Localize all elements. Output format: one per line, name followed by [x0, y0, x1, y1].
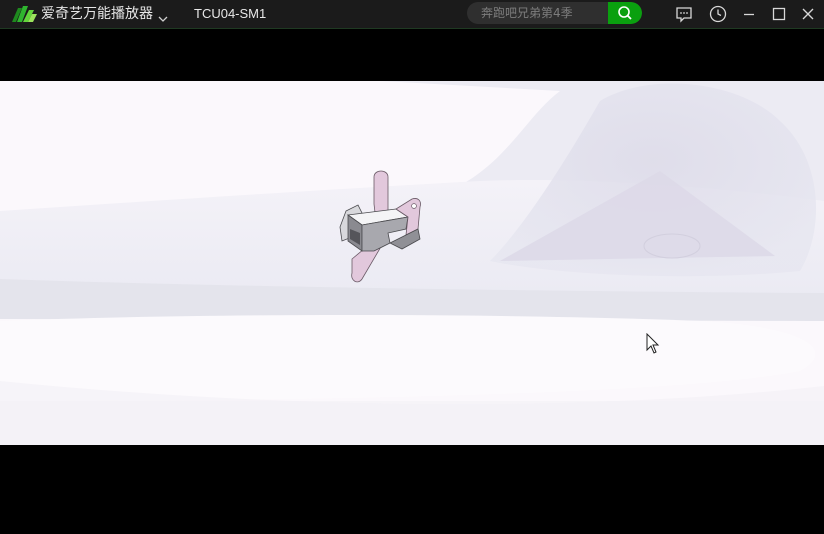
minimize-icon[interactable] [739, 4, 759, 24]
app-name[interactable]: 爱奇艺万能播放器 [41, 6, 153, 22]
3d-part-model [336, 169, 426, 289]
search-icon [618, 6, 632, 20]
title-bar: 爱奇艺万能播放器 TCU04-SM1 [0, 0, 824, 29]
clock-icon[interactable] [708, 4, 728, 24]
search-button[interactable] [608, 2, 642, 24]
chat-bubble-icon[interactable] [674, 4, 694, 24]
chevron-down-icon[interactable] [157, 9, 169, 22]
maximize-icon[interactable] [769, 4, 789, 24]
video-frame[interactable] [0, 81, 824, 445]
search-input[interactable] [467, 2, 605, 24]
close-icon[interactable] [798, 4, 818, 24]
mouse-cursor-icon [646, 332, 662, 355]
search-box [467, 2, 642, 24]
video-title: TCU04-SM1 [194, 6, 267, 21]
iqiyi-logo-icon[interactable] [10, 4, 38, 24]
